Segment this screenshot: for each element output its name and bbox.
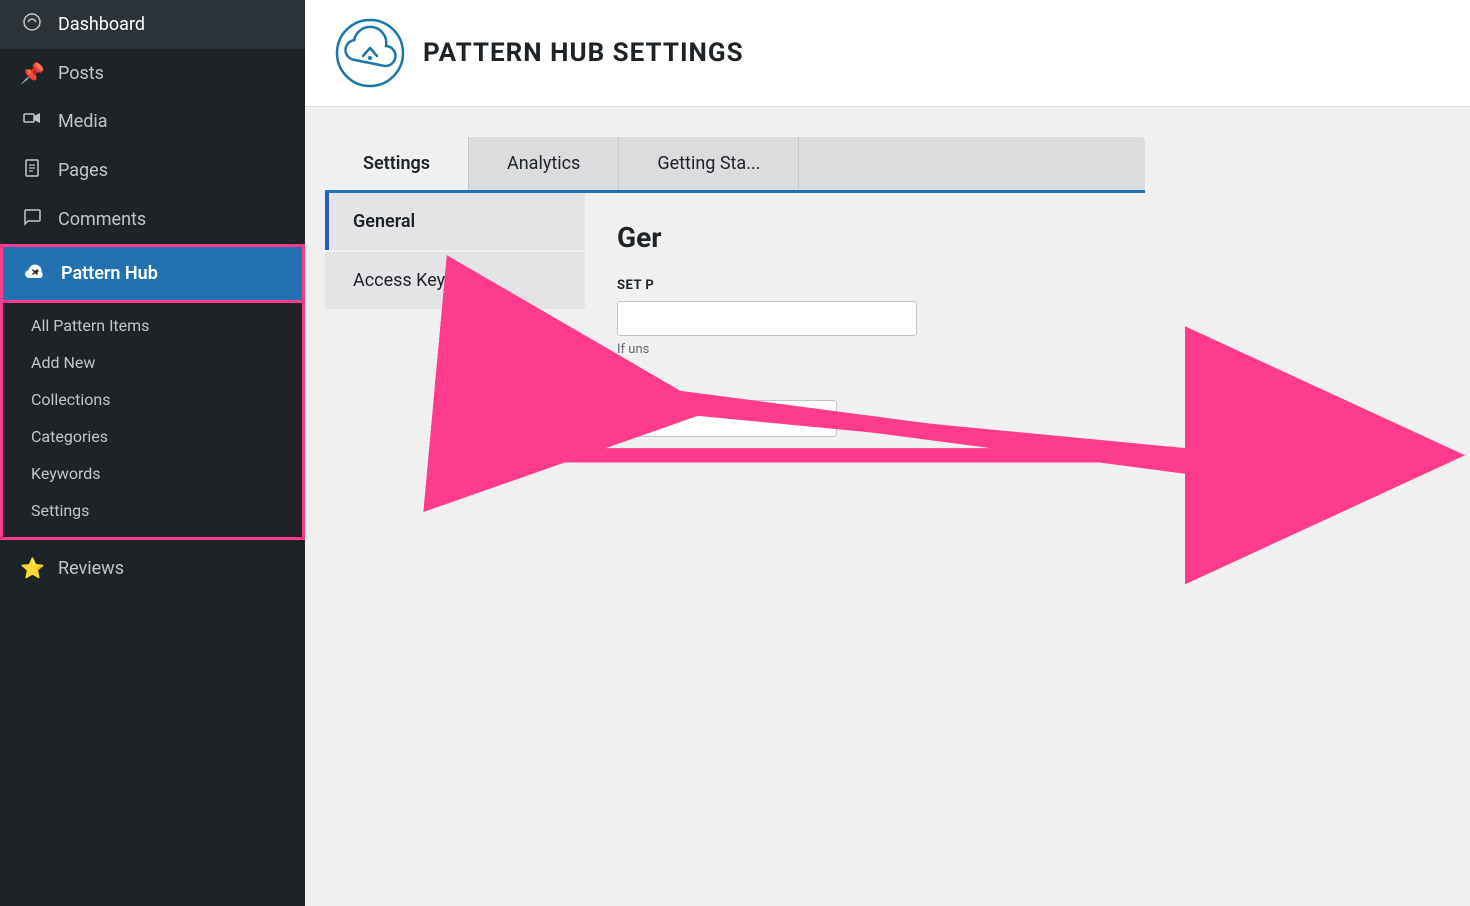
sidebar-item-reviews-label: Reviews [58,558,124,579]
sidebar-item-posts[interactable]: 📌 Posts [0,49,305,97]
sidebar-item-dashboard[interactable]: Dashboard [0,0,305,49]
settings-nav-access-keys[interactable]: Access Keys [325,252,585,309]
settings-hint: If uns [617,342,1113,357]
forc-select[interactable]: One [617,400,837,437]
sidebar-item-pages-label: Pages [58,160,108,181]
comments-icon [20,207,44,232]
sidebar-item-comments[interactable]: Comments [0,195,305,244]
forc-label: FORC [617,377,1113,392]
cloud-icon [23,259,47,288]
sidebar-item-pattern-hub[interactable]: Pattern Hub [0,244,305,303]
settings-nav-general[interactable]: General [325,193,585,250]
submenu-settings[interactable]: Settings [3,492,302,529]
sidebar: Dashboard 📌 Posts Media Pages [0,0,305,906]
settings-right-panel: Ger SET P If uns FORC One [585,193,1145,690]
submenu-categories[interactable]: Categories [3,418,302,455]
settings-nav: General Access Keys [325,193,585,690]
submenu-add-new[interactable]: Add New [3,344,302,381]
content-area: Settings Analytics Getting Sta... Genera… [305,107,1470,906]
tab-getting-started[interactable]: Getting Sta... [619,137,799,190]
submenu-collections[interactable]: Collections [3,381,302,418]
sidebar-item-posts-label: Posts [58,63,104,84]
main-area: PATTERN HUB SETTINGS [305,0,1470,906]
submenu-all-pattern-items[interactable]: All Pattern Items [3,307,302,344]
pattern-hub-submenu: All Pattern Items Add New Collections Ca… [0,303,305,540]
sidebar-item-dashboard-label: Dashboard [58,14,145,35]
pages-icon [20,158,44,183]
header-title: PATTERN HUB SETTINGS [423,38,744,68]
set-p-label: SET P [617,278,1113,293]
sidebar-item-pattern-hub-label: Pattern Hub [61,263,158,284]
posts-icon: 📌 [20,61,44,85]
sidebar-item-media[interactable]: Media [0,97,305,146]
media-icon [20,109,44,134]
submenu-keywords[interactable]: Keywords [3,455,302,492]
tabs-bar: Settings Analytics Getting Sta... [325,137,1145,190]
header-logo [335,18,405,88]
set-p-input[interactable] [617,301,917,336]
header: PATTERN HUB SETTINGS [305,0,1470,107]
sidebar-item-media-label: Media [58,111,108,132]
reviews-icon: ⭐ [20,556,44,580]
sidebar-item-comments-label: Comments [58,209,146,230]
sidebar-item-pages[interactable]: Pages [0,146,305,195]
settings-section-title: Ger [617,221,1113,254]
tab-analytics[interactable]: Analytics [469,137,619,190]
settings-panel: General Access Keys Ger SET P If uns FOR… [325,190,1145,690]
sidebar-item-reviews[interactable]: ⭐ Reviews [0,544,305,592]
tab-settings[interactable]: Settings [325,137,469,190]
dashboard-icon [20,12,44,37]
